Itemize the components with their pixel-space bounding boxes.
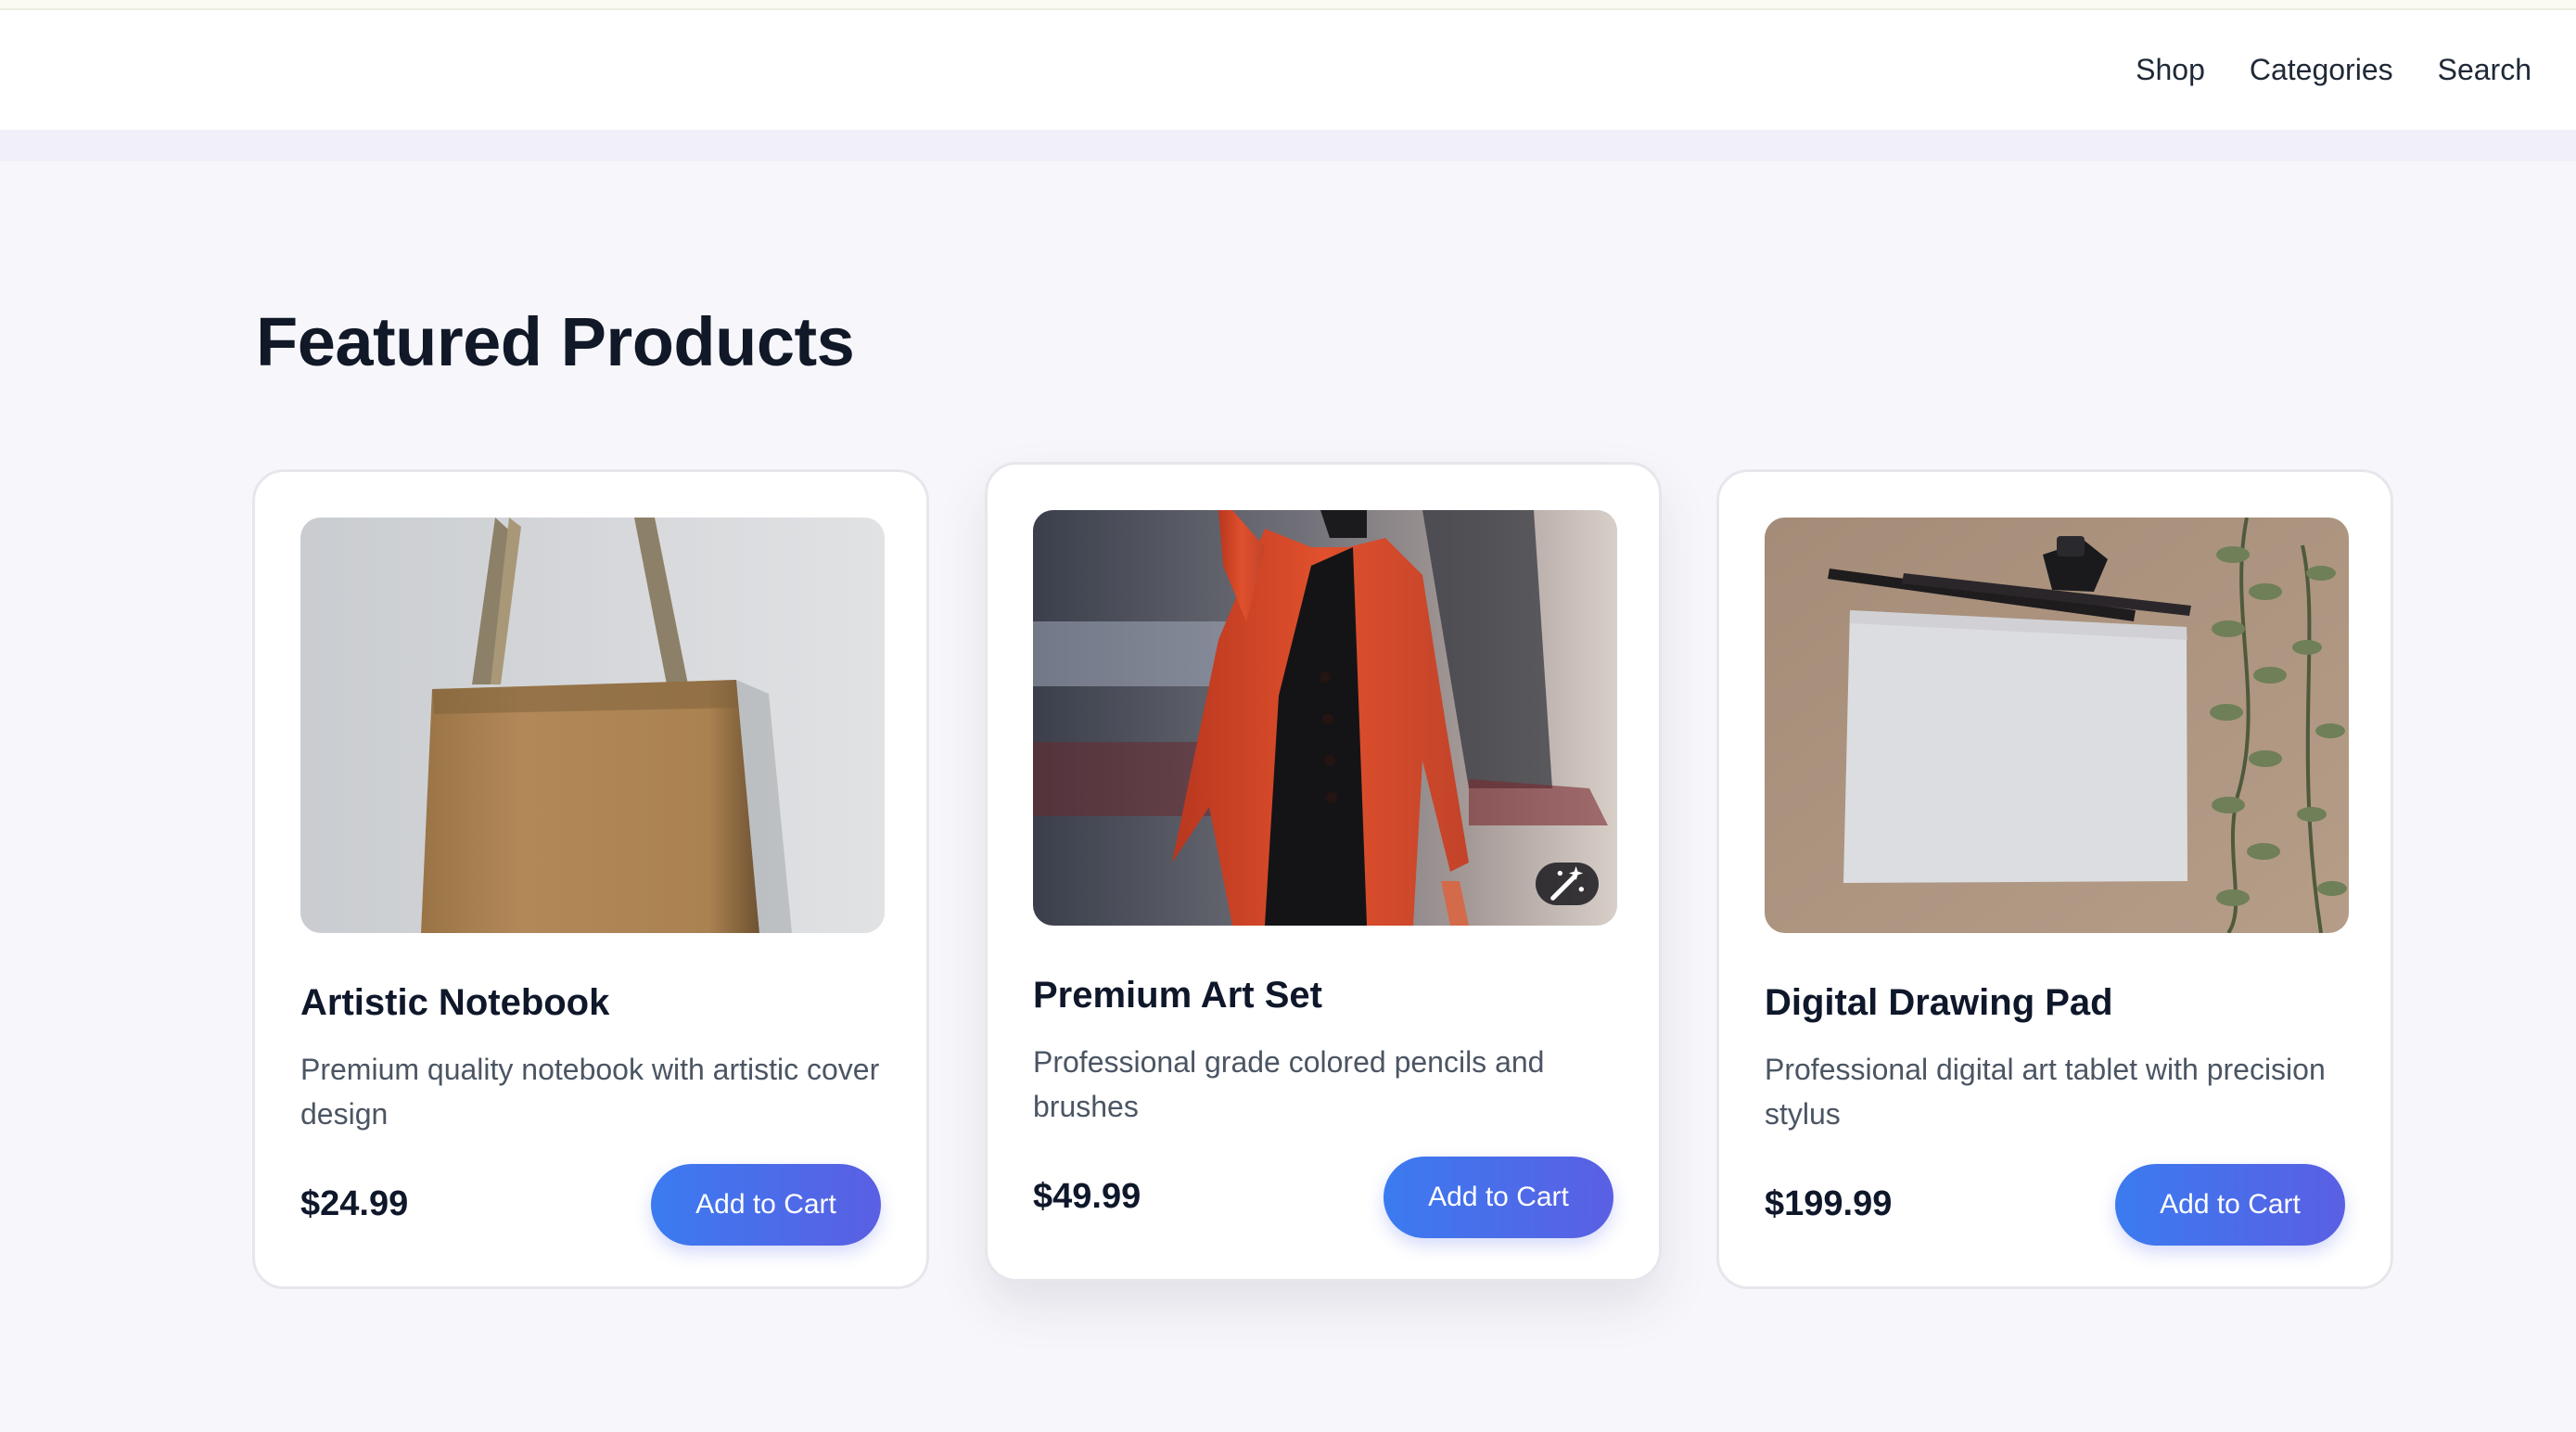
image-enhance-badge[interactable] [1536, 863, 1599, 905]
product-image-paper-pens[interactable] [1765, 518, 2349, 933]
nav-link-search[interactable]: Search [2438, 53, 2531, 87]
product-name: Digital Drawing Pad [1765, 982, 2113, 1023]
product-price: $199.99 [1765, 1184, 1893, 1223]
product-description: Professional grade colored pencils and b… [1033, 1045, 1545, 1123]
top-strip [0, 0, 2576, 10]
product-price: $24.99 [300, 1184, 409, 1223]
nav-link-shop[interactable]: Shop [2136, 53, 2205, 87]
add-to-cart-button[interactable]: Add to Cart [1384, 1157, 1613, 1238]
nav-link-categories[interactable]: Categories [2250, 53, 2393, 87]
product-name: Premium Art Set [1033, 975, 1322, 1016]
product-card-artistic-notebook: Artistic Notebook Premium quality notebo… [252, 469, 929, 1289]
nav-links: Shop Categories Search [2136, 10, 2531, 130]
magic-wand-icon [1550, 865, 1585, 901]
product-image-tote-bag[interactable] [300, 518, 885, 933]
navbar-divider-band [0, 130, 2576, 161]
product-card-premium-art-set: Premium Art Set Professional grade color… [985, 462, 1662, 1282]
product-name: Artistic Notebook [300, 982, 610, 1023]
page-title: Featured Products [256, 303, 855, 380]
product-description: Professional digital art tablet with pre… [1765, 1053, 2326, 1131]
navbar: Shop Categories Search [0, 10, 2576, 130]
add-to-cart-button[interactable]: Add to Cart [2115, 1164, 2345, 1246]
product-image-red-coat[interactable] [1033, 510, 1617, 926]
add-to-cart-button[interactable]: Add to Cart [651, 1164, 881, 1246]
product-card-digital-drawing-pad: Digital Drawing Pad Professional digital… [1716, 469, 2393, 1289]
product-description: Premium quality notebook with artistic c… [300, 1053, 880, 1131]
product-price: $49.99 [1033, 1177, 1141, 1216]
